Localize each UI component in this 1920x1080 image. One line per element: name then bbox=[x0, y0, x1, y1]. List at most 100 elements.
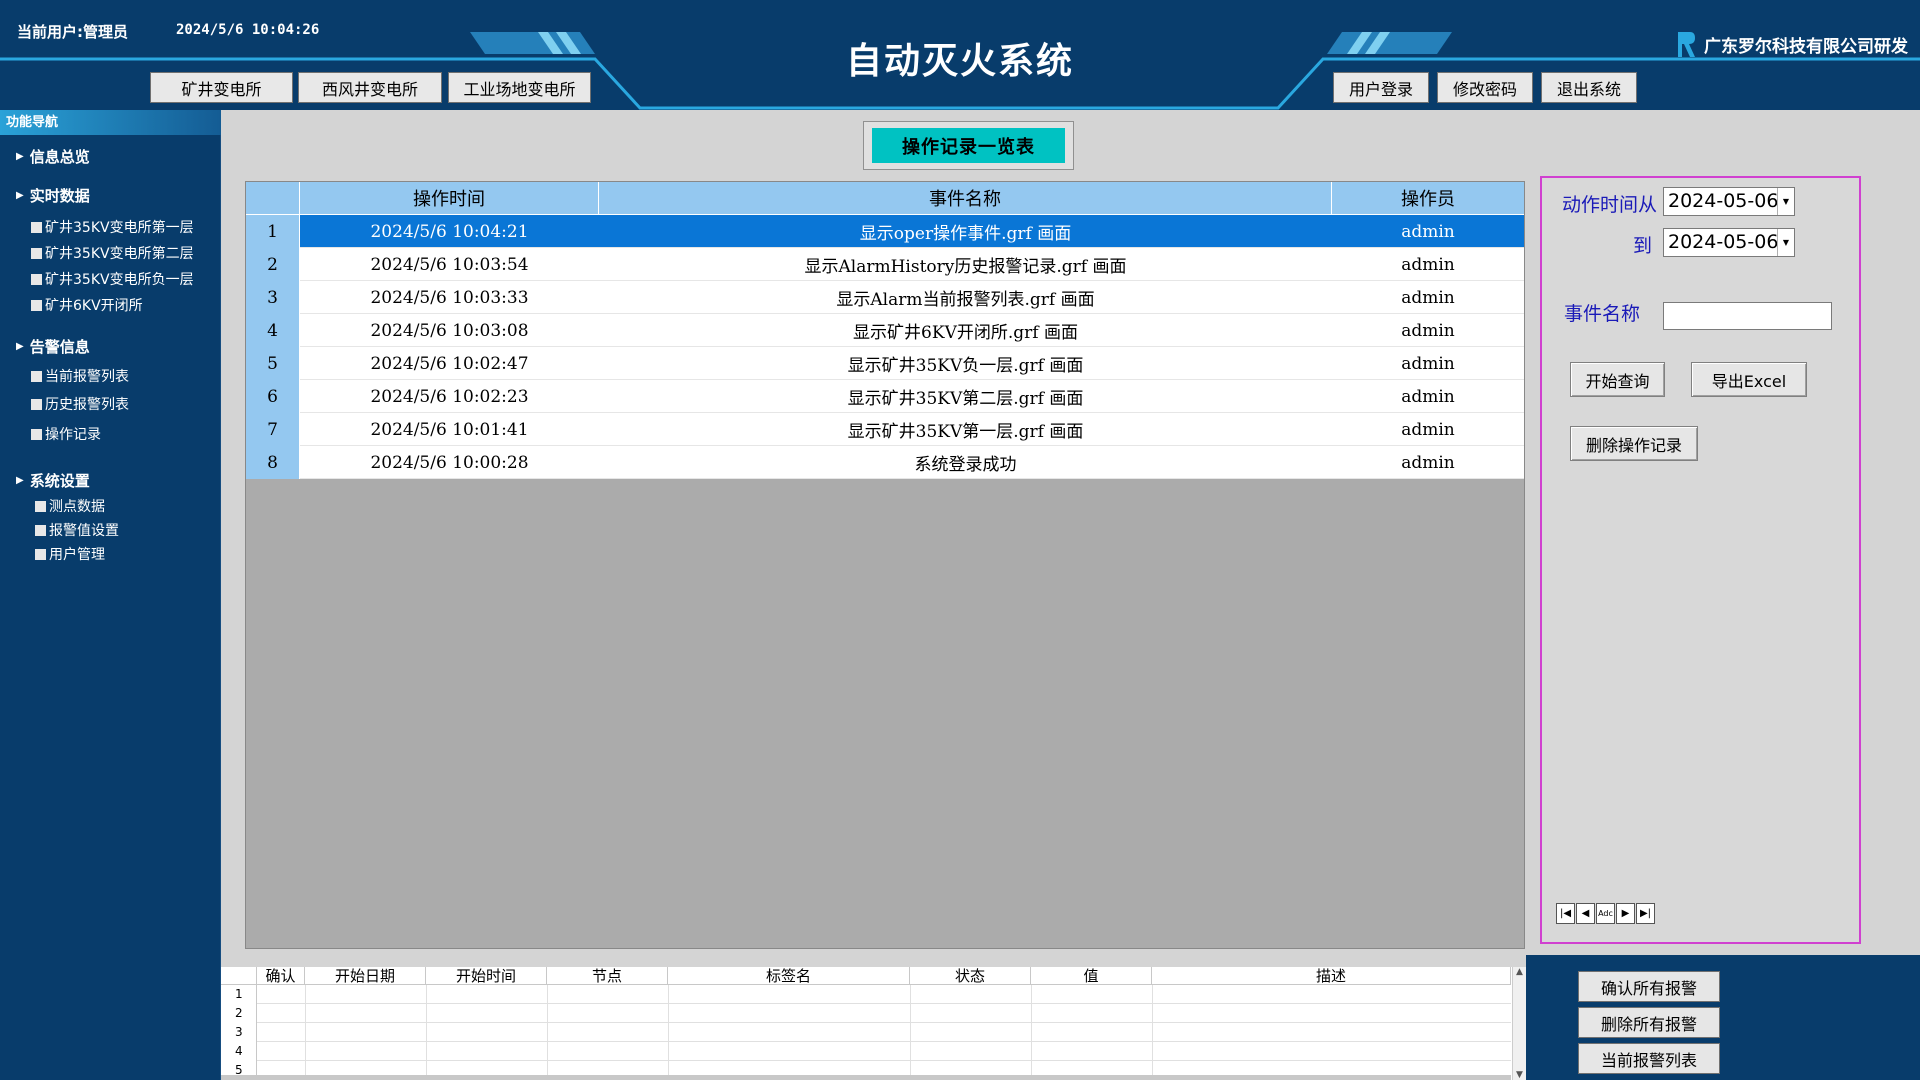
sidebar-item-35kv-basement[interactable]: 矿井35KV变电所负一层 bbox=[31, 269, 194, 289]
sidebar-section-alarms[interactable]: ▶ 告警信息 bbox=[16, 336, 90, 357]
chevron-down-icon[interactable]: ▼ bbox=[1777, 188, 1794, 215]
alarm-row[interactable]: 3 bbox=[221, 1023, 1511, 1042]
cell-event: 显示矿井35KV第一层.grf 画面 bbox=[847, 422, 1084, 442]
alarm-col-node[interactable]: 节点 bbox=[547, 967, 668, 985]
pager: |◀ ◀ Adc ▶ ▶| bbox=[1556, 903, 1655, 924]
exit-system-button[interactable]: 退出系统 bbox=[1541, 72, 1637, 103]
sidebar-item-label: 历史报警列表 bbox=[45, 397, 129, 413]
tab-xifengjing-substation[interactable]: 西风井变电所 bbox=[298, 72, 442, 103]
previous-page-icon[interactable]: ◀ bbox=[1576, 903, 1595, 924]
alarm-col-value[interactable]: 值 bbox=[1031, 967, 1152, 985]
alarm-corner-header bbox=[221, 967, 257, 985]
sidebar-item-alarm-threshold[interactable]: 报警值设置 bbox=[35, 520, 119, 540]
row-number: 7 bbox=[246, 413, 300, 446]
row-number: 1 bbox=[246, 215, 300, 248]
table-row[interactable]: 8 2024/5/6 10:00:28 系统登录成功 admin bbox=[246, 446, 1524, 479]
alarm-table: 确认 开始日期 开始时间 节点 标签名 状态 值 描述 1 2 3 4 5 ▲ … bbox=[221, 967, 1526, 1080]
delete-records-button[interactable]: 删除操作记录 bbox=[1570, 426, 1698, 461]
tab-kuangjing-substation[interactable]: 矿井变电所 bbox=[150, 72, 293, 103]
cell-event: 系统登录成功 bbox=[914, 455, 1017, 475]
vertical-scrollbar[interactable]: ▲ ▼ bbox=[1512, 967, 1526, 1080]
user-login-button[interactable]: 用户登录 bbox=[1333, 72, 1429, 103]
page-title-frame: 操作记录一览表 bbox=[863, 121, 1074, 170]
table-row[interactable]: 2 2024/5/6 10:03:54 显示AlarmHistory历史报警记录… bbox=[246, 248, 1524, 281]
alarm-row[interactable]: 1 bbox=[221, 985, 1511, 1004]
cell-operator: admin bbox=[1401, 353, 1455, 374]
table-row[interactable]: 1 2024/5/6 10:04:21 显示oper操作事件.grf 画面 ad… bbox=[246, 215, 1524, 248]
sidebar-section-realtime[interactable]: ▶ 实时数据 bbox=[16, 185, 90, 206]
chevron-down-icon[interactable]: ▼ bbox=[1777, 229, 1794, 256]
search-button[interactable]: 开始查询 bbox=[1570, 362, 1665, 397]
date-to-picker[interactable]: 2024-05-06 ▼ bbox=[1663, 228, 1795, 257]
operation-log-table: 操作时间 事件名称 操作员 1 2024/5/6 10:04:21 显示oper… bbox=[245, 181, 1525, 949]
square-icon bbox=[35, 500, 46, 512]
time-from-label: 动作时间从 bbox=[1562, 194, 1658, 216]
cell-operator: admin bbox=[1401, 287, 1455, 308]
table-corner-header bbox=[246, 182, 300, 215]
cell-time: 2024/5/6 10:03:33 bbox=[370, 287, 529, 308]
alarm-row-number: 2 bbox=[221, 1004, 257, 1023]
cell-operator: admin bbox=[1401, 419, 1455, 440]
alarm-col-description[interactable]: 描述 bbox=[1152, 967, 1511, 985]
alarm-col-confirm[interactable]: 确认 bbox=[257, 967, 305, 985]
current-alarm-list-button[interactable]: 当前报警列表 bbox=[1578, 1043, 1720, 1074]
export-excel-button[interactable]: 导出Excel bbox=[1691, 362, 1807, 397]
table-row[interactable]: 6 2024/5/6 10:02:23 显示矿井35KV第二层.grf 画面 a… bbox=[246, 380, 1524, 413]
alarm-col-start-date[interactable]: 开始日期 bbox=[305, 967, 426, 985]
sidebar-section-overview[interactable]: ▶ 信息总览 bbox=[16, 146, 90, 167]
sidebar-section-label: 实时数据 bbox=[29, 187, 90, 205]
table-row[interactable]: 7 2024/5/6 10:01:41 显示矿井35KV第一层.grf 画面 a… bbox=[246, 413, 1524, 446]
confirm-all-alarms-button[interactable]: 确认所有报警 bbox=[1578, 971, 1720, 1002]
delete-all-alarms-button[interactable]: 删除所有报警 bbox=[1578, 1007, 1720, 1038]
table-row[interactable]: 4 2024/5/6 10:03:08 显示矿井6KV开闭所.grf 画面 ad… bbox=[246, 314, 1524, 347]
change-password-button[interactable]: 修改密码 bbox=[1437, 72, 1533, 103]
column-header-operator[interactable]: 操作员 bbox=[1332, 182, 1524, 215]
table-row[interactable]: 5 2024/5/6 10:02:47 显示矿井35KV负一层.grf 画面 a… bbox=[246, 347, 1524, 380]
next-page-icon[interactable]: ▶ bbox=[1616, 903, 1635, 924]
sidebar-item-6kv-switch[interactable]: 矿井6KV开闭所 bbox=[31, 295, 143, 315]
sidebar-section-label: 告警信息 bbox=[29, 338, 90, 356]
sidebar-item-user-management[interactable]: 用户管理 bbox=[35, 544, 105, 564]
sidebar-item-history-alarms[interactable]: 历史报警列表 bbox=[31, 394, 129, 414]
chevron-right-icon: ▶ bbox=[16, 475, 24, 486]
query-panel: 动作时间从 2024-05-06 ▼ 到 2024-05-06 ▼ 事件名称 开… bbox=[1540, 176, 1861, 944]
tab-industrial-site-substation[interactable]: 工业场地变电所 bbox=[448, 72, 591, 103]
column-header-event[interactable]: 事件名称 bbox=[599, 182, 1332, 215]
alarm-row[interactable]: 2 bbox=[221, 1004, 1511, 1023]
page-title: 操作记录一览表 bbox=[872, 128, 1065, 163]
last-page-icon[interactable]: ▶| bbox=[1636, 903, 1655, 924]
sidebar-item-current-alarms[interactable]: 当前报警列表 bbox=[31, 366, 129, 386]
sidebar-item-point-data[interactable]: 测点数据 bbox=[35, 496, 105, 516]
chevron-right-icon: ▶ bbox=[16, 151, 24, 162]
cell-time: 2024/5/6 10:03:54 bbox=[370, 254, 529, 275]
alarm-row[interactable]: 4 bbox=[221, 1042, 1511, 1061]
event-name-input[interactable] bbox=[1663, 302, 1832, 330]
chevron-right-icon: ▶ bbox=[16, 341, 24, 352]
sidebar-item-label: 矿井35KV变电所负一层 bbox=[45, 272, 194, 288]
sidebar-item-operation-log[interactable]: 操作记录 bbox=[31, 424, 101, 444]
company-brand: 广东罗尔科技有限公司研发 bbox=[1676, 30, 1908, 58]
table-row[interactable]: 3 2024/5/6 10:03:33 显示Alarm当前报警列表.grf 画面… bbox=[246, 281, 1524, 314]
date-from-picker[interactable]: 2024-05-06 ▼ bbox=[1663, 187, 1795, 216]
sidebar-section-settings[interactable]: ▶ 系统设置 bbox=[16, 470, 90, 491]
horizontal-scrollbar[interactable] bbox=[221, 1075, 1511, 1080]
alarm-col-tag[interactable]: 标签名 bbox=[668, 967, 910, 985]
date-to-value: 2024-05-06 bbox=[1668, 231, 1779, 253]
company-logo-icon bbox=[1678, 32, 1695, 57]
sidebar-item-label: 矿井35KV变电所第一层 bbox=[45, 220, 194, 236]
scroll-down-icon[interactable]: ▼ bbox=[1513, 1070, 1526, 1080]
cell-event: 显示矿井35KV负一层.grf 画面 bbox=[847, 356, 1084, 376]
sidebar-item-35kv-floor2[interactable]: 矿井35KV变电所第二层 bbox=[31, 243, 194, 263]
column-header-time[interactable]: 操作时间 bbox=[300, 182, 599, 215]
sidebar-title: 功能导航 bbox=[0, 110, 221, 135]
cell-time: 2024/5/6 10:03:08 bbox=[370, 320, 529, 341]
cell-event: 显示oper操作事件.grf 画面 bbox=[859, 224, 1072, 244]
square-icon bbox=[31, 247, 42, 259]
cell-operator: admin bbox=[1401, 386, 1455, 407]
alarm-col-start-time[interactable]: 开始时间 bbox=[426, 967, 547, 985]
sidebar-item-35kv-floor1[interactable]: 矿井35KV变电所第一层 bbox=[31, 217, 194, 237]
scroll-up-icon[interactable]: ▲ bbox=[1513, 967, 1526, 977]
sidebar-item-label: 测点数据 bbox=[49, 499, 105, 515]
alarm-col-status[interactable]: 状态 bbox=[910, 967, 1031, 985]
first-page-icon[interactable]: |◀ bbox=[1556, 903, 1575, 924]
